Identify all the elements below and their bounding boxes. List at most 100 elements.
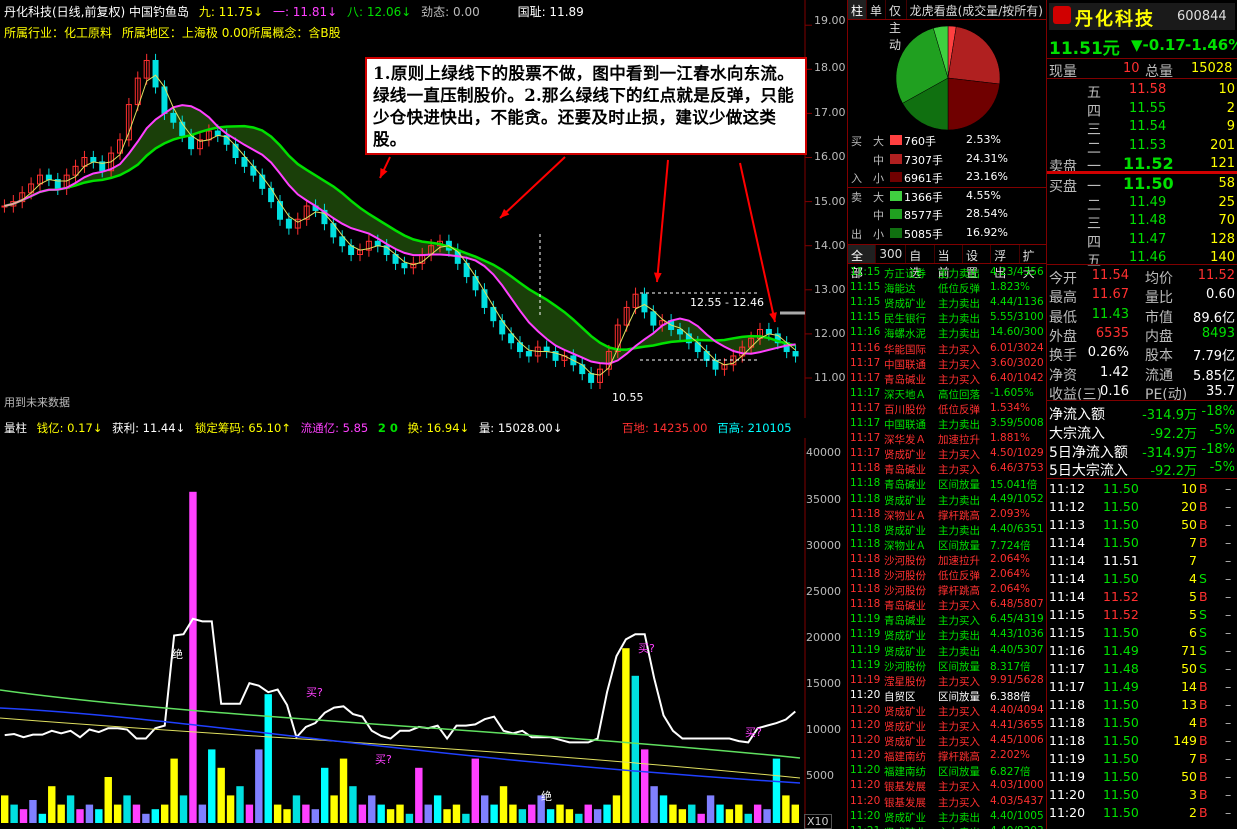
news-row[interactable]: 11:15 方正证券 主力卖出 4.23/4356 <box>848 265 1046 280</box>
news-action: 区间放量 <box>938 479 980 492</box>
news-row[interactable]: 11:18 沙河股份 低位反弹 2.064% <box>848 567 1046 582</box>
flow-color-bar <box>890 227 902 238</box>
news-time: 11:17 <box>850 401 881 414</box>
subtab-dangqian[interactable]: 当前 <box>935 245 963 280</box>
flow-side: 出 <box>851 227 862 241</box>
news-row[interactable]: 11:19 青岛碱业 主力买入 6.45/4319 <box>848 612 1046 627</box>
news-row[interactable]: 11:20 银基发展 主力买入 4.03/5437 <box>848 794 1046 809</box>
news-row[interactable]: 11:20 自贸区 区间放量 6.388倍 <box>848 688 1046 703</box>
news-row[interactable]: 11:20 福建南纺 撑杆跳高 2.202% <box>848 748 1046 764</box>
news-row[interactable]: 11:18 沙河股份 加速拉升 2.064% <box>848 552 1046 567</box>
news-stock: 福建南纺 <box>884 751 926 764</box>
news-row[interactable]: 11:19 贤成矿业 主力卖出 4.43/1036 <box>848 627 1046 642</box>
ask-row[interactable]: 三 11.54 9 <box>1047 117 1237 138</box>
subtab-shezhi[interactable]: 设置 <box>963 245 992 280</box>
news-row[interactable]: 11:17 中国联通 主力买入 3.60/3020 <box>848 356 1046 371</box>
subtab-kuoda[interactable]: 扩大 <box>1020 245 1046 280</box>
volume-tick-label: 20000 <box>806 631 841 644</box>
news-row[interactable]: 11:19 贤成矿业 主力卖出 4.40/5307 <box>848 643 1046 658</box>
ask-row[interactable]: 二 11.53 201 <box>1047 136 1237 157</box>
flow-tabs: 柱 单 仅主动 龙虎看盘(成交量/按所有) <box>848 0 1046 52</box>
news-row[interactable]: 11:17 百川股份 低位反弹 1.534% <box>848 401 1046 416</box>
news-row[interactable]: 11:15 贤成矿业 主力卖出 4.44/1136 <box>848 295 1046 310</box>
news-value: 2.064% <box>990 568 1031 580</box>
news-row[interactable]: 11:18 青岛碱业 主力买入 6.48/5807 <box>848 597 1046 612</box>
news-value: 6.48/5807 <box>990 598 1044 611</box>
news-stock: 华能国际 <box>884 343 926 356</box>
subtab-300[interactable]: 300 <box>876 245 907 263</box>
tab-zhudong[interactable]: 仅主动 <box>886 0 907 52</box>
news-time: 11:18 <box>850 462 881 475</box>
tick-row: 11:15 11.50 6 S – <box>1047 624 1237 642</box>
bid-row[interactable]: 二 11.49 25 <box>1047 193 1237 214</box>
tick-side: B <box>1199 679 1208 694</box>
volume-chart[interactable]: 量柱 钱亿: 0.17↓ 获利: 11.44↓ 锁定筹码: 65.10↑ 流通亿… <box>0 418 848 829</box>
tick-price: 11.50 <box>1103 481 1139 496</box>
news-row[interactable]: 11:21 贤成矿业 主力卖出 4.40/8203 <box>848 824 1046 829</box>
news-stock: 自贸区 <box>884 690 916 703</box>
tab-longhu[interactable]: 龙虎看盘(成交量/按所有) <box>907 0 1046 19</box>
news-time: 11:17 <box>850 447 881 460</box>
tick-time: 11:12 <box>1049 499 1086 514</box>
subtab-fuchu[interactable]: 浮出 <box>991 245 1020 280</box>
pie-slice <box>947 26 1001 85</box>
bid-row[interactable]: 三 11.48 70 <box>1047 211 1237 232</box>
news-row[interactable]: 11:20 贤成矿业 主力买入 4.45/1006 <box>848 733 1046 748</box>
kline-chart[interactable]: 丹化科技(日线,前复权) 中国钓鱼岛 九: 11.75↓ 一: 11.81↓ 八… <box>0 0 848 418</box>
news-row[interactable]: 11:18 贤成矿业 主力卖出 4.49/1052 <box>848 492 1046 507</box>
inflow-row: 5日大宗流入 -92.2万 -5% <box>1047 458 1237 479</box>
ask-row[interactable]: 五 11.58 10 <box>1047 80 1237 101</box>
news-row[interactable]: 11:17 青岛碱业 主力买入 6.40/1042 <box>848 371 1046 386</box>
tick-dash: – <box>1225 697 1232 712</box>
news-row[interactable]: 11:20 福建南纺 区间放量 6.827倍 <box>848 763 1046 779</box>
tab-zhu[interactable]: 柱 <box>848 0 868 19</box>
news-row[interactable]: 11:18 青岛碱业 区间放量 15.041倍 <box>848 476 1046 492</box>
news-time: 11:18 <box>850 477 881 490</box>
tick-volume: 50 <box>1181 517 1197 532</box>
news-row[interactable]: 11:16 华能国际 主力买入 6.01/3024 <box>848 341 1046 356</box>
news-row[interactable]: 11:17 深华发Ａ 加速拉升 1.881% <box>848 431 1046 446</box>
tick-volume: 13 <box>1181 697 1197 712</box>
news-action: 区间放量 <box>938 766 980 779</box>
flow-percent: 24.31% <box>966 151 1008 165</box>
tab-dan[interactable]: 单 <box>867 0 887 19</box>
flow-size: 大 <box>873 135 884 148</box>
bid-row[interactable]: 四 11.47 128 <box>1047 230 1237 251</box>
price-tick-label: 14.00 <box>814 239 846 252</box>
tick-time: 11:13 <box>1049 517 1086 532</box>
news-stock: 福建南纺 <box>884 766 926 779</box>
ask-row[interactable]: 四 11.55 2 <box>1047 99 1237 120</box>
news-row[interactable]: 11:20 贤成矿业 主力买入 4.41/3655 <box>848 718 1046 733</box>
news-value: 4.50/1029 <box>990 447 1044 460</box>
flow-size: 中 <box>873 153 884 167</box>
flow-size: 中 <box>873 209 884 222</box>
news-action: 区间放量 <box>938 660 980 673</box>
news-row[interactable]: 11:17 中国联通 主力卖出 3.59/5008 <box>848 416 1046 431</box>
news-row[interactable]: 11:20 贤成矿业 主力卖出 4.40/1005 <box>848 809 1046 824</box>
flow-percent: 4.55% <box>966 188 1001 202</box>
news-time: 11:18 <box>850 598 881 611</box>
news-action: 低位反弹 <box>938 570 980 582</box>
news-row[interactable]: 11:17 深天地Ａ 高位回落 -1.605% <box>848 386 1046 401</box>
news-row[interactable]: 11:20 贤成矿业 主力买入 4.40/4094 <box>848 703 1046 718</box>
news-row[interactable]: 11:19 沙河股份 区间放量 8.317倍 <box>848 658 1046 673</box>
news-row[interactable]: 11:17 贤成矿业 主力买入 4.50/1029 <box>848 446 1046 461</box>
news-row[interactable]: 11:20 银基发展 主力买入 4.03/1000 <box>848 778 1046 793</box>
news-value: 2.064% <box>990 552 1031 565</box>
tick-price: 11.50 <box>1103 697 1139 712</box>
tick-time: 11:14 <box>1049 571 1086 586</box>
news-row[interactable]: 11:16 海螺水泥 主力卖出 14.60/300 <box>848 325 1046 340</box>
news-value: 4.43/1036 <box>990 628 1044 641</box>
news-row[interactable]: 11:18 深物业Ａ 撑杆跳高 2.093% <box>848 507 1046 522</box>
bid-row[interactable]: 买盘一 11.50 58 <box>1047 174 1237 195</box>
news-row[interactable]: 11:15 民生银行 主力卖出 5.55/3100 <box>848 310 1046 325</box>
news-row[interactable]: 11:18 青岛碱业 主力买入 6.46/3753 <box>848 461 1046 476</box>
subtab-all[interactable]: 全部 <box>848 245 877 280</box>
tick-dash: – <box>1225 679 1232 694</box>
news-row[interactable]: 11:18 贤成矿业 主力卖出 4.40/6351 <box>848 522 1046 537</box>
subtab-zixuan[interactable]: 自选 <box>906 245 935 280</box>
news-row[interactable]: 11:18 深物业Ａ 区间放量 7.724倍 <box>848 537 1046 552</box>
news-row[interactable]: 11:19 滢星股份 主力买入 9.91/5628 <box>848 673 1046 688</box>
news-row[interactable]: 11:15 海能达 低位反弹 1.823% <box>848 280 1046 295</box>
news-row[interactable]: 11:18 沙河股份 撑杆跳高 2.064% <box>848 582 1046 597</box>
